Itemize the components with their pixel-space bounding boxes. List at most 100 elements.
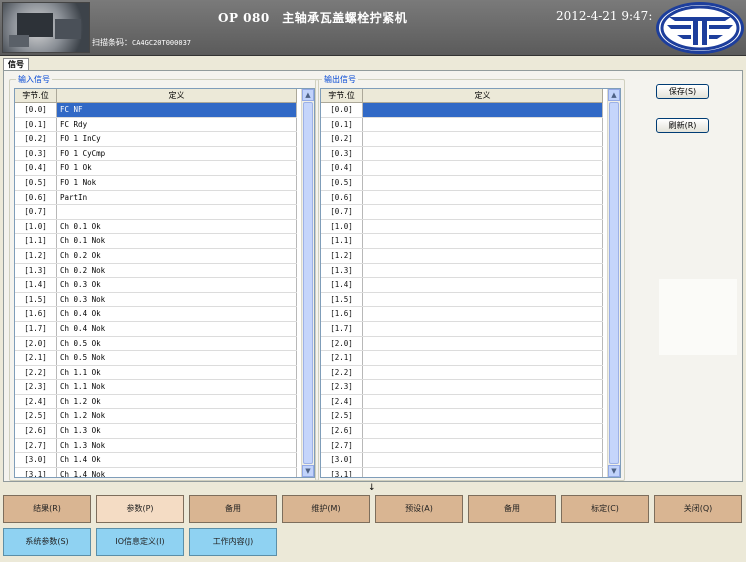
- output-def-cell[interactable]: [363, 190, 603, 205]
- output-table-row[interactable]: [1.0]: [321, 219, 603, 235]
- input-table-row[interactable]: [0.2] FO 1 InCy: [15, 132, 297, 147]
- spare-button-2[interactable]: 备用: [468, 495, 556, 523]
- output-table-row[interactable]: [2.0]: [321, 336, 603, 352]
- input-def-cell[interactable]: Ch 1.3 Nok: [57, 438, 297, 453]
- input-table-row[interactable]: [1.3] Ch 0.2 Nok: [15, 263, 297, 279]
- output-def-cell[interactable]: [363, 365, 603, 380]
- output-table-row[interactable]: [1.2]: [321, 248, 603, 264]
- output-def-cell[interactable]: [363, 467, 603, 477]
- input-table-row[interactable]: [2.4] Ch 1.2 Ok: [15, 394, 297, 410]
- input-def-cell[interactable]: Ch 1.4 Nok: [57, 467, 297, 477]
- input-table-row[interactable]: [0.1] FC Rdy: [15, 117, 297, 133]
- input-def-cell[interactable]: Ch 0.2 Nok: [57, 263, 297, 278]
- input-table-row[interactable]: [0.4] FO 1 Ok: [15, 161, 297, 176]
- input-def-cell[interactable]: Ch 0.3 Nok: [57, 292, 297, 307]
- scroll-up-icon[interactable]: ▲: [302, 89, 314, 101]
- output-def-cell[interactable]: [363, 117, 603, 132]
- output-table-row[interactable]: [0.1]: [321, 117, 603, 133]
- input-def-cell[interactable]: Ch 1.1 Ok: [57, 365, 297, 380]
- output-table-row[interactable]: [1.3]: [321, 263, 603, 279]
- input-table-row[interactable]: [1.7] Ch 0.4 Nok: [15, 321, 297, 337]
- output-table-row[interactable]: [0.7]: [321, 205, 603, 220]
- output-table-row[interactable]: [2.5]: [321, 409, 603, 425]
- output-def-cell[interactable]: [363, 321, 603, 336]
- io-definition-button[interactable]: IO信息定义(I): [96, 528, 184, 556]
- input-def-cell[interactable]: Ch 0.3 Ok: [57, 278, 297, 292]
- output-def-cell[interactable]: [363, 234, 603, 248]
- output-table-row[interactable]: [3.0]: [321, 453, 603, 468]
- input-def-cell[interactable]: Ch 1.3 Ok: [57, 424, 297, 438]
- output-signal-grid[interactable]: 字节.位 定义 [0.0] [0.1] [0.2] [0.3] [0.4] [0.5] [0…: [320, 88, 621, 478]
- input-table-row[interactable]: [3.1] Ch 1.4 Nok: [15, 467, 297, 477]
- output-table-row[interactable]: [2.6]: [321, 424, 603, 439]
- input-table-row[interactable]: [0.6] PartIn: [15, 190, 297, 206]
- output-def-cell[interactable]: [363, 248, 603, 263]
- output-def-cell[interactable]: [363, 219, 603, 234]
- input-scrollbar[interactable]: ▲ ▼: [301, 89, 314, 477]
- output-def-cell[interactable]: [363, 453, 603, 467]
- output-def-cell[interactable]: [363, 205, 603, 219]
- input-def-cell[interactable]: Ch 0.4 Nok: [57, 321, 297, 336]
- input-table-row[interactable]: [0.7]: [15, 205, 297, 220]
- input-def-cell[interactable]: Ch 0.2 Ok: [57, 248, 297, 263]
- output-table-row[interactable]: [2.2]: [321, 365, 603, 381]
- input-def-cell[interactable]: FO 1 CyCmp: [57, 146, 297, 161]
- save-button[interactable]: 保存(S): [656, 84, 709, 99]
- output-table-row[interactable]: [1.4]: [321, 278, 603, 293]
- maintenance-button[interactable]: 维护(M): [282, 495, 370, 523]
- output-def-cell[interactable]: [363, 438, 603, 453]
- input-table-row[interactable]: [1.1] Ch 0.1 Nok: [15, 234, 297, 249]
- input-signal-grid[interactable]: 字节.位 定义 [0.0] FC NF [0.1] FC Rdy [0.2] FO 1 I…: [14, 88, 315, 478]
- input-table-row[interactable]: [2.6] Ch 1.3 Ok: [15, 424, 297, 439]
- output-def-cell[interactable]: [363, 380, 603, 394]
- output-def-cell[interactable]: [363, 263, 603, 278]
- input-def-cell[interactable]: Ch 0.1 Ok: [57, 219, 297, 234]
- input-def-cell[interactable]: FO 1 InCy: [57, 132, 297, 146]
- scroll-thumb[interactable]: [609, 102, 619, 464]
- output-table-row[interactable]: [1.5]: [321, 292, 603, 308]
- output-table-row[interactable]: [0.6]: [321, 190, 603, 206]
- input-table-row[interactable]: [0.0] FC NF: [15, 103, 297, 118]
- output-table-row[interactable]: [0.0]: [321, 103, 603, 118]
- input-def-cell[interactable]: FO 1 Nok: [57, 175, 297, 190]
- spare-button-1[interactable]: 备用: [189, 495, 277, 523]
- output-table-row[interactable]: [2.3]: [321, 380, 603, 395]
- results-button[interactable]: 结果(R): [3, 495, 91, 523]
- output-def-cell[interactable]: [363, 394, 603, 409]
- calibration-button[interactable]: 标定(C): [561, 495, 649, 523]
- output-table-row[interactable]: [1.1]: [321, 234, 603, 249]
- input-table-row[interactable]: [2.5] Ch 1.2 Nok: [15, 409, 297, 425]
- input-def-cell[interactable]: Ch 1.1 Nok: [57, 380, 297, 394]
- scroll-down-icon[interactable]: ▼: [608, 465, 620, 477]
- input-table-row[interactable]: [2.2] Ch 1.1 Ok: [15, 365, 297, 381]
- input-def-cell[interactable]: FC Rdy: [57, 117, 297, 132]
- input-def-cell[interactable]: [57, 205, 297, 219]
- output-table-row[interactable]: [2.4]: [321, 394, 603, 410]
- scroll-down-icon[interactable]: ▼: [302, 465, 314, 477]
- input-table-row[interactable]: [3.0] Ch 1.4 Ok: [15, 453, 297, 468]
- output-col-byte-header[interactable]: 字节.位: [321, 89, 363, 103]
- input-def-cell[interactable]: FC NF: [57, 103, 297, 117]
- input-table-row[interactable]: [2.3] Ch 1.1 Nok: [15, 380, 297, 395]
- refresh-button[interactable]: 刷新(R): [656, 118, 709, 133]
- output-table-row[interactable]: [2.7]: [321, 438, 603, 454]
- input-table-row[interactable]: [1.6] Ch 0.4 Ok: [15, 307, 297, 322]
- close-button[interactable]: 关闭(Q): [654, 495, 742, 523]
- input-table-row[interactable]: [0.3] FO 1 CyCmp: [15, 146, 297, 162]
- output-scrollbar[interactable]: ▲ ▼: [607, 89, 620, 477]
- work-content-button[interactable]: 工作内容(J): [189, 528, 277, 556]
- output-def-cell[interactable]: [363, 409, 603, 424]
- input-def-cell[interactable]: Ch 1.2 Ok: [57, 394, 297, 409]
- input-table-row[interactable]: [1.5] Ch 0.3 Nok: [15, 292, 297, 308]
- output-def-cell[interactable]: [363, 307, 603, 321]
- output-def-cell[interactable]: [363, 146, 603, 161]
- input-def-cell[interactable]: Ch 1.4 Ok: [57, 453, 297, 467]
- output-table-row[interactable]: [3.1]: [321, 467, 603, 477]
- preset-button[interactable]: 预设(A): [375, 495, 463, 523]
- input-table-row[interactable]: [2.7] Ch 1.3 Nok: [15, 438, 297, 454]
- output-def-cell[interactable]: [363, 424, 603, 438]
- output-table-row[interactable]: [0.5]: [321, 175, 603, 191]
- output-def-cell[interactable]: [363, 175, 603, 190]
- output-table-row[interactable]: [0.2]: [321, 132, 603, 147]
- input-def-cell[interactable]: Ch 0.1 Nok: [57, 234, 297, 248]
